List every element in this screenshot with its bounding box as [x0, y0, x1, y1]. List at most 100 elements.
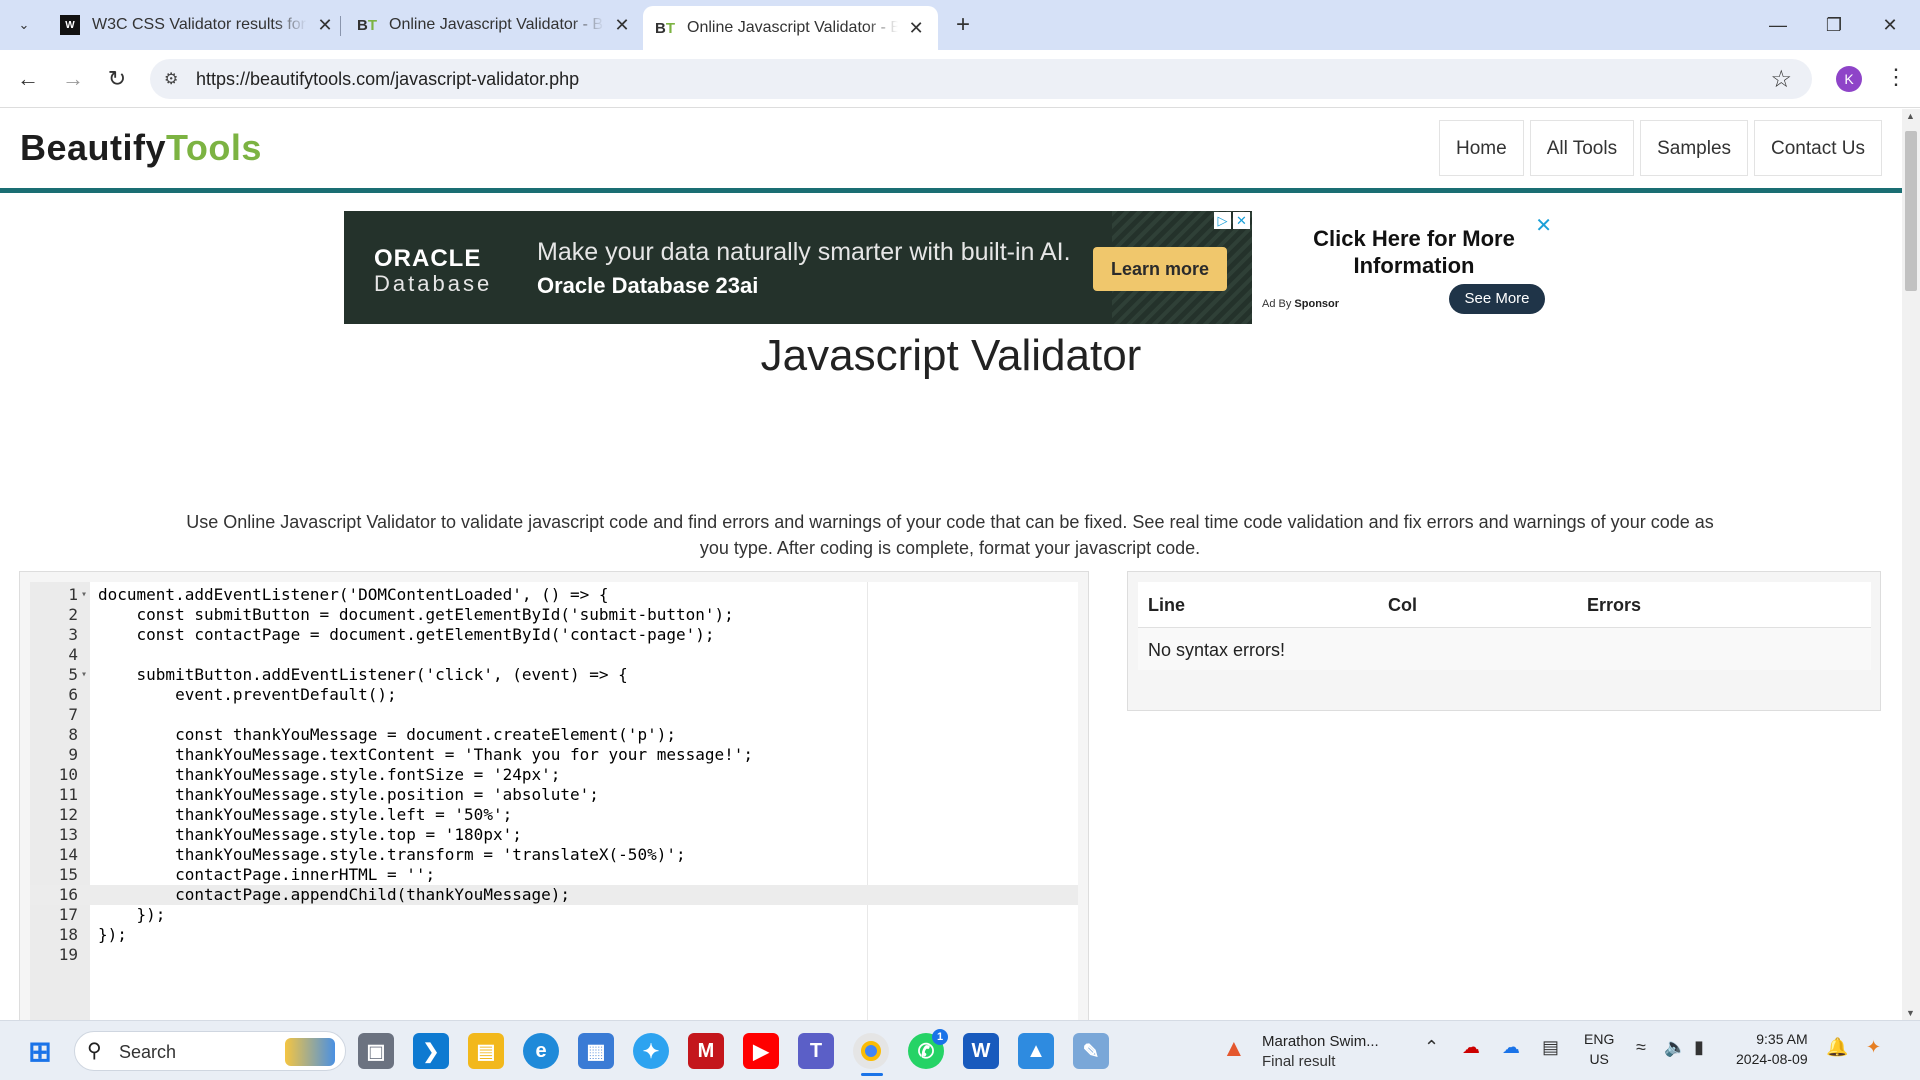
- line-number: 8: [68, 725, 78, 744]
- word-icon[interactable]: W: [963, 1033, 999, 1069]
- tab-search-icon[interactable]: ⌄: [10, 12, 38, 38]
- nav-home[interactable]: Home: [1439, 120, 1524, 176]
- code-line[interactable]: 16 contactPage.appendChild(thankYouMessa…: [30, 885, 1078, 905]
- scroll-up-icon[interactable]: ▲: [1906, 111, 1915, 121]
- store-icon[interactable]: ▦: [578, 1033, 614, 1069]
- code-editor-panel: 1 ▾ document.addEventListener('DOMContentL…: [19, 571, 1089, 1020]
- page-viewport: BeautifyTools Home All Tools Samples Con…: [0, 109, 1902, 1020]
- vscode-icon[interactable]: ❯: [413, 1033, 449, 1069]
- code-line[interactable]: 17 });: [30, 905, 1078, 925]
- line-number: 18: [58, 925, 78, 944]
- oracle-ad-banner[interactable]: ORACLE Database Make your data naturally…: [344, 211, 1252, 324]
- results-row: No syntax errors!: [1138, 628, 1871, 670]
- nav-contact-us[interactable]: Contact Us: [1754, 120, 1882, 176]
- tab-w3c[interactable]: W W3C CSS Validator results for st ✕: [48, 6, 347, 44]
- wifi-icon[interactable]: ≈: [1636, 1037, 1646, 1058]
- tray-chevron-icon[interactable]: ⌃: [1424, 1037, 1439, 1058]
- profile-avatar[interactable]: K: [1836, 66, 1862, 92]
- task-view-icon[interactable]: ▣: [358, 1033, 394, 1069]
- line-number: 12: [58, 805, 78, 824]
- bookmark-star-icon[interactable]: ☆: [1770, 65, 1792, 94]
- address-bar[interactable]: ⚙ https://beautifytools.com/javascript-v…: [150, 59, 1812, 99]
- tab-title: W3C CSS Validator results for st: [92, 16, 307, 33]
- code-line[interactable]: 19: [30, 945, 1078, 965]
- new-tab-button[interactable]: +: [948, 10, 978, 40]
- teams-icon[interactable]: T: [798, 1033, 834, 1069]
- tray-security-icon[interactable]: ☁: [1462, 1037, 1480, 1058]
- chrome-icon[interactable]: [853, 1033, 889, 1069]
- browser-toolbar: ← → ↻ ⚙ https://beautifytools.com/javasc…: [0, 50, 1920, 108]
- code-line[interactable]: 4: [30, 645, 1078, 665]
- copilot-icon[interactable]: ✦: [633, 1033, 669, 1069]
- nav-samples[interactable]: Samples: [1640, 120, 1749, 176]
- news-subtitle: Final result: [1262, 1053, 1336, 1070]
- close-icon[interactable]: ✕: [612, 15, 632, 36]
- language-indicator[interactable]: ENG US: [1584, 1029, 1614, 1069]
- code-line[interactable]: 2 const submitButton = document.getEleme…: [30, 605, 1078, 625]
- code-line[interactable]: 18});: [30, 925, 1078, 945]
- ad-choices[interactable]: ▷ ✕: [1214, 212, 1250, 229]
- ad-headline: Make your data naturally smarter with bu…: [537, 238, 1071, 266]
- onedrive-icon[interactable]: ☁: [1502, 1037, 1520, 1058]
- minimize-icon[interactable]: —: [1750, 0, 1806, 50]
- back-icon[interactable]: ←: [13, 64, 43, 94]
- notepad-icon[interactable]: ✎: [1073, 1033, 1109, 1069]
- youtube-icon[interactable]: ▶: [743, 1033, 779, 1069]
- file-explorer-icon[interactable]: ▤: [468, 1033, 504, 1069]
- line-number: 1: [68, 585, 78, 604]
- scrollbar-thumb[interactable]: [1905, 131, 1917, 291]
- code-editor[interactable]: 1 ▾ document.addEventListener('DOMContentL…: [30, 582, 1078, 1020]
- volume-icon[interactable]: 🔈: [1664, 1037, 1686, 1058]
- code-line[interactable]: 1 ▾ document.addEventListener('DOMContentL…: [30, 585, 1078, 605]
- ad-learn-more-button[interactable]: Learn more: [1093, 247, 1227, 291]
- ad-close-icon[interactable]: ✕: [1233, 212, 1250, 229]
- window-close-icon[interactable]: ✕: [1862, 0, 1918, 50]
- news-widget[interactable]: ▲ Marathon Swim... Final result: [1222, 1029, 1392, 1073]
- scroll-down-icon[interactable]: ▼: [1906, 1008, 1915, 1018]
- windows-start-icon[interactable]: ⊞: [22, 1033, 58, 1069]
- code-line[interactable]: 7: [30, 705, 1078, 725]
- site-settings-icon[interactable]: ⚙: [164, 69, 178, 89]
- notification-bell-icon[interactable]: 🔔: [1826, 1037, 1848, 1058]
- code-line[interactable]: 8 const thankYouMessage = document.creat…: [30, 725, 1078, 745]
- nav-all-tools[interactable]: All Tools: [1529, 120, 1635, 176]
- system-clock[interactable]: 9:35 AM 2024-08-09: [1736, 1029, 1808, 1069]
- battery-icon[interactable]: ▮: [1694, 1037, 1704, 1058]
- edge-icon[interactable]: e: [523, 1033, 559, 1069]
- fold-toggle-icon[interactable]: ▾: [81, 665, 87, 685]
- sponsor-heading[interactable]: Click Here for More Information: [1284, 225, 1544, 279]
- code-line[interactable]: 15 contactPage.innerHTML = '';: [30, 865, 1078, 885]
- code-line[interactable]: 10 thankYouMessage.style.fontSize = '24p…: [30, 765, 1078, 785]
- taskbar: ⊞ ⚲ Search ▣ ❯ ▤ e ▦ ✦ M ▶ T ✆ 1 W ▲ ✎ ▲ …: [0, 1020, 1920, 1080]
- whatsapp-icon[interactable]: ✆ 1: [908, 1029, 948, 1069]
- mcafee-icon[interactable]: M: [688, 1033, 724, 1069]
- code-line[interactable]: 13 thankYouMessage.style.top = '180px';: [30, 825, 1078, 845]
- code-line[interactable]: 9 thankYouMessage.textContent = 'Thank y…: [30, 745, 1078, 765]
- menu-kebab-icon[interactable]: ⋮: [1885, 64, 1907, 90]
- site-logo[interactable]: BeautifyTools: [20, 127, 262, 169]
- code-line[interactable]: 5 ▾ submitButton.addEventListener('click'…: [30, 665, 1078, 685]
- tab-js-validator-2[interactable]: BT Online Javascript Validator - Be ✕: [643, 6, 938, 50]
- see-more-button[interactable]: See More: [1449, 284, 1545, 314]
- adchoices-icon[interactable]: ▷: [1214, 212, 1231, 229]
- url-text[interactable]: https://beautifytools.com/javascript-val…: [196, 69, 579, 90]
- tab-js-validator-1[interactable]: BT Online Javascript Validator - Be ✕: [345, 6, 644, 44]
- forward-icon[interactable]: →: [58, 64, 88, 94]
- code-line[interactable]: 3 const contactPage = document.getElemen…: [30, 625, 1078, 645]
- taskbar-search[interactable]: ⚲ Search: [74, 1031, 346, 1071]
- restore-icon[interactable]: ❐: [1806, 0, 1862, 50]
- code-line[interactable]: 6 event.preventDefault();: [30, 685, 1078, 705]
- reload-icon[interactable]: ↻: [102, 64, 132, 94]
- code-line[interactable]: 11 thankYouMessage.style.position = 'abs…: [30, 785, 1078, 805]
- fold-toggle-icon[interactable]: ▾: [81, 585, 87, 605]
- page-scrollbar[interactable]: ▲ ▼: [1902, 109, 1920, 1020]
- close-icon[interactable]: ✕: [906, 18, 926, 39]
- photos-icon[interactable]: ▲: [1018, 1033, 1054, 1069]
- code-line[interactable]: 12 thankYouMessage.style.left = '50%';: [30, 805, 1078, 825]
- close-icon[interactable]: ✕: [315, 15, 335, 36]
- logo-beautify: Beautify: [20, 127, 167, 168]
- tablet-mode-icon[interactable]: ▤: [1542, 1037, 1559, 1058]
- copilot-tray-icon[interactable]: ✦: [1866, 1037, 1881, 1058]
- line-number: 16: [58, 885, 78, 904]
- code-line[interactable]: 14 thankYouMessage.style.transform = 'tr…: [30, 845, 1078, 865]
